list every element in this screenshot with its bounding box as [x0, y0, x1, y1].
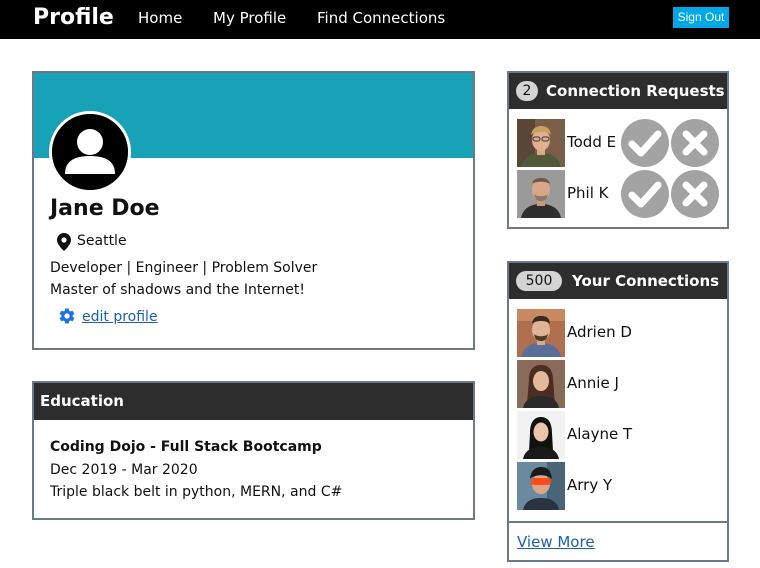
- education-description: Triple black belt in python, MERN, and C…: [50, 484, 343, 500]
- education-card: Education Coding Dojo - Full Stack Bootc…: [32, 381, 475, 520]
- education-header: Education: [34, 383, 473, 420]
- request-count-badge: 2: [516, 81, 538, 101]
- avatar[interactable]: [517, 411, 565, 459]
- nav-find-connections-link[interactable]: Find Connections: [317, 9, 445, 27]
- education-school: Coding Dojo - Full Stack Bootcamp: [50, 439, 322, 455]
- connection-requests-title: Connection Requests: [546, 82, 725, 100]
- x-icon: [682, 181, 708, 207]
- connection-name[interactable]: Alayne T: [567, 424, 632, 444]
- connection-item[interactable]: Annie J: [517, 360, 727, 408]
- connection-item[interactable]: Adrien D: [517, 309, 727, 357]
- x-icon: [682, 130, 708, 156]
- profile-tagline: Developer | Engineer | Problem Solver: [50, 260, 318, 276]
- nav-my-profile-link[interactable]: My Profile: [213, 9, 286, 27]
- reject-request-button[interactable]: [671, 170, 719, 218]
- connection-name[interactable]: Adrien D: [567, 322, 632, 342]
- sign-out-button[interactable]: Sign Out: [673, 7, 729, 28]
- education-dates: Dec 2019 - Mar 2020: [50, 462, 198, 478]
- profile-name: Jane Doe: [50, 196, 160, 221]
- nav-home-link[interactable]: Home: [138, 9, 182, 27]
- reject-request-button[interactable]: [671, 119, 719, 167]
- view-more-link[interactable]: View More: [517, 532, 595, 552]
- profile-bio: Master of shadows and the Internet!: [50, 282, 306, 298]
- map-pin-icon: [57, 233, 71, 251]
- accept-request-button[interactable]: [621, 170, 669, 218]
- accept-request-button[interactable]: [621, 119, 669, 167]
- connection-requests-header: 2 Connection Requests: [509, 73, 727, 109]
- gear-icon[interactable]: [58, 307, 76, 325]
- connection-name[interactable]: Arry Y: [567, 475, 612, 495]
- avatar[interactable]: [517, 462, 565, 510]
- profile-location: Seattle: [77, 233, 127, 249]
- profile-card: Jane Doe Seattle Developer | Engineer | …: [32, 71, 475, 350]
- default-user-icon: [49, 111, 131, 193]
- connection-requests-card: 2 Connection Requests Todd E Phil K: [507, 71, 729, 229]
- avatar[interactable]: [517, 119, 565, 167]
- requester-name[interactable]: Phil K: [567, 183, 609, 203]
- edit-profile-link[interactable]: edit profile: [82, 307, 158, 327]
- brand-title[interactable]: Profile: [33, 4, 114, 32]
- connection-item[interactable]: Arry Y: [517, 462, 727, 510]
- check-icon: [628, 181, 662, 208]
- check-icon: [628, 130, 662, 157]
- request-item: Phil K: [517, 170, 727, 218]
- requester-name[interactable]: Todd E: [567, 132, 616, 152]
- avatar[interactable]: [517, 309, 565, 357]
- connection-item[interactable]: Alayne T: [517, 411, 727, 459]
- divider: [509, 521, 727, 523]
- connections-card: 500 Your Connections Adrien D Annie J Al…: [507, 261, 729, 562]
- connection-count-badge: 500: [516, 271, 562, 291]
- connections-title: Your Connections: [572, 272, 720, 290]
- connection-name[interactable]: Annie J: [567, 373, 619, 393]
- top-navbar: Profile Home My Profile Find Connections…: [0, 0, 760, 39]
- connections-header: 500 Your Connections: [509, 263, 727, 299]
- avatar[interactable]: [517, 170, 565, 218]
- avatar[interactable]: [517, 360, 565, 408]
- request-item: Todd E: [517, 119, 727, 167]
